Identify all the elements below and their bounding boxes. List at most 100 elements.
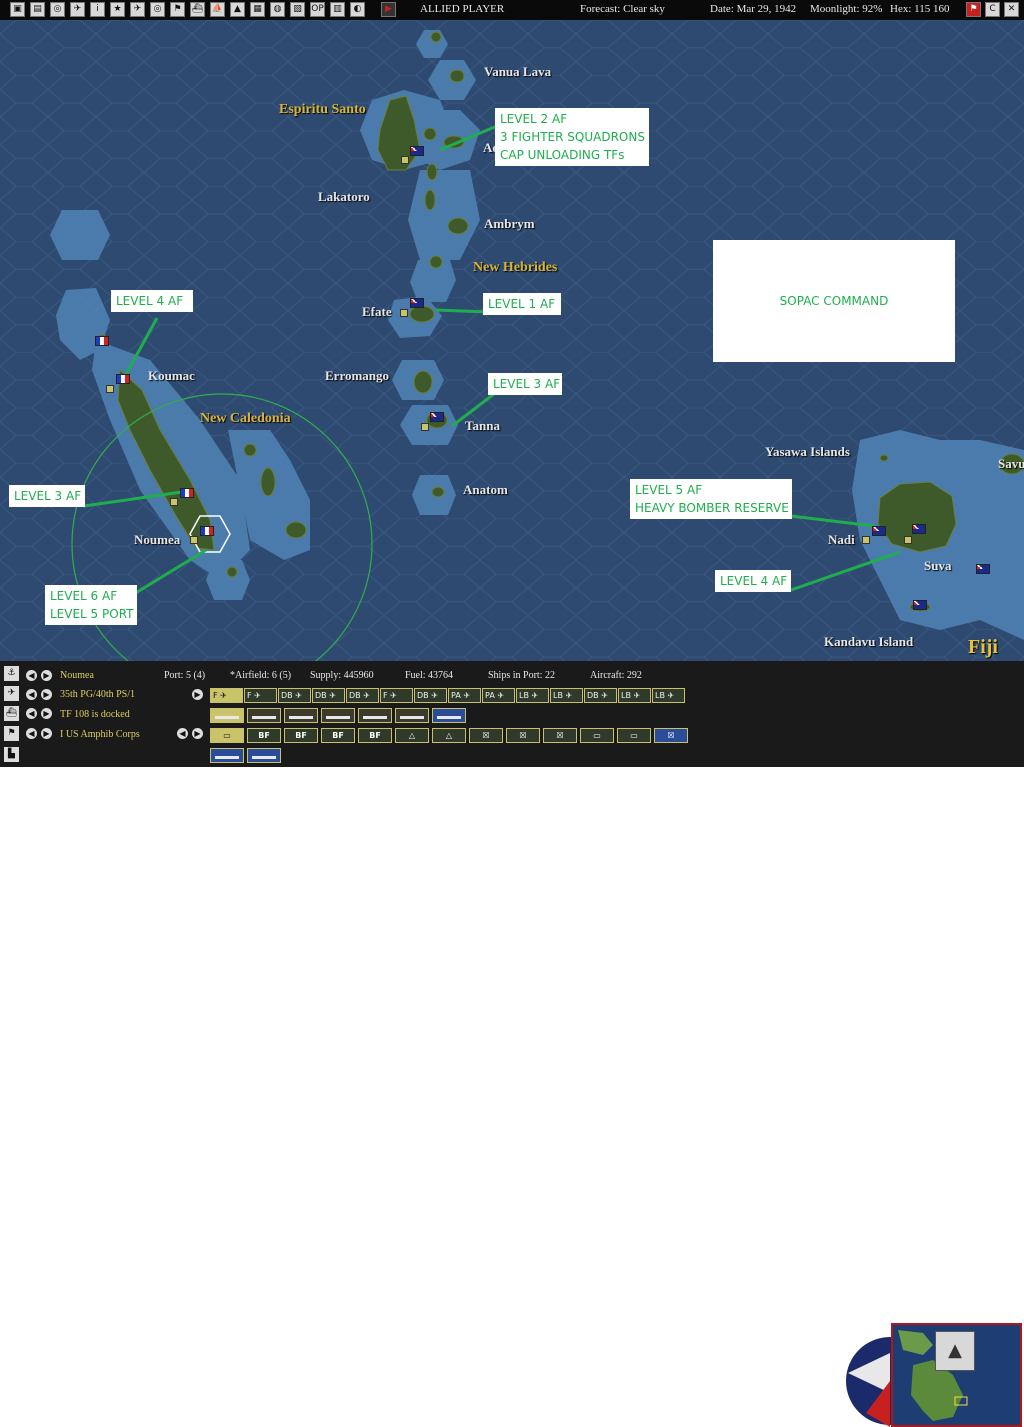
air-unit-button[interactable]: DB ✈: [312, 688, 345, 703]
ground-unit-button[interactable]: △: [395, 728, 429, 743]
scroll-up-icon[interactable]: ▲: [935, 1331, 975, 1371]
ship-button[interactable]: [395, 708, 429, 723]
next-arrow-icon[interactable]: ▶: [41, 689, 52, 700]
next-arrow-icon[interactable]: ▶: [41, 708, 52, 719]
air-unit-button[interactable]: F ✈: [210, 688, 243, 703]
air-unit-button[interactable]: PA ✈: [482, 688, 515, 703]
prev-arrow-icon[interactable]: ◀: [26, 728, 37, 739]
australia-flag-icon[interactable]: [976, 564, 990, 574]
medal-icon[interactable]: ★: [110, 2, 125, 17]
airbase-icon[interactable]: [862, 536, 870, 544]
airbase-icon[interactable]: [401, 156, 409, 164]
air-unit-button[interactable]: F ✈: [244, 688, 277, 703]
ground-unit-button[interactable]: BF: [321, 728, 355, 743]
anchor-icon[interactable]: ⚓: [4, 666, 19, 681]
base-name[interactable]: Noumea: [60, 670, 94, 681]
australia-flag-icon[interactable]: [430, 412, 444, 422]
target-icon[interactable]: ◎: [150, 2, 165, 17]
unit-icon[interactable]: ▙: [4, 747, 19, 762]
tf-icon[interactable]: ▦: [250, 2, 265, 17]
prev-arrow-icon[interactable]: ◀: [177, 728, 188, 739]
globe-icon[interactable]: ◍: [270, 2, 285, 17]
report-icon[interactable]: ▤: [30, 2, 45, 17]
ground-unit-button[interactable]: ☒: [469, 728, 503, 743]
air-unit-button[interactable]: LB ✈: [618, 688, 651, 703]
air-unit-button[interactable]: F ✈: [380, 688, 413, 703]
air-unit-button[interactable]: DB ✈: [584, 688, 617, 703]
list-icon[interactable]: ▥: [330, 2, 345, 17]
info-icon[interactable]: i: [90, 2, 105, 17]
task-force-status[interactable]: TF 108 is docked: [60, 709, 130, 720]
intel-icon[interactable]: ◎: [50, 2, 65, 17]
air-unit-button[interactable]: LB ✈: [516, 688, 549, 703]
airbase-icon[interactable]: [421, 423, 429, 431]
france-flag-icon[interactable]: [180, 488, 194, 498]
ground-unit-button[interactable]: BF: [284, 728, 318, 743]
flag-icon[interactable]: ⚑: [170, 2, 185, 17]
air-unit-button[interactable]: LB ✈: [652, 688, 685, 703]
air-icon[interactable]: ✈: [70, 2, 85, 17]
end-turn-icon[interactable]: ▶: [381, 2, 396, 17]
ground-unit-button[interactable]: ▭: [210, 728, 244, 743]
tf-button[interactable]: [247, 748, 281, 763]
airbase-icon[interactable]: [400, 309, 408, 317]
next-arrow-icon[interactable]: ▶: [192, 728, 203, 739]
flag-icon[interactable]: ⚑: [4, 726, 19, 741]
next-arrow-icon[interactable]: ▶: [41, 670, 52, 681]
ship-icon[interactable]: ⛵: [210, 2, 225, 17]
moon-icon[interactable]: ◐: [350, 2, 365, 17]
australia-flag-icon[interactable]: [913, 600, 927, 610]
land-icon[interactable]: ▲: [230, 2, 245, 17]
map-icon[interactable]: ▧: [290, 2, 305, 17]
prev-arrow-icon[interactable]: ◀: [26, 670, 37, 681]
ship-button[interactable]: [284, 708, 318, 723]
ground-unit-button[interactable]: ▭: [580, 728, 614, 743]
c-icon[interactable]: C: [985, 2, 1000, 17]
airbase-icon[interactable]: [106, 385, 114, 393]
ground-unit-button[interactable]: △: [432, 728, 466, 743]
plane-icon[interactable]: ✈: [4, 686, 19, 701]
ground-unit-button[interactable]: ▭: [617, 728, 651, 743]
plane-icon[interactable]: ⛴: [190, 2, 205, 17]
ship-button[interactable]: [432, 708, 466, 723]
flag-icon[interactable]: ⚑: [966, 2, 981, 17]
australia-flag-icon[interactable]: [410, 146, 424, 156]
airbase-icon[interactable]: [904, 536, 912, 544]
next-arrow-icon[interactable]: ▶: [192, 689, 203, 700]
australia-flag-icon[interactable]: [410, 298, 424, 308]
ship-button[interactable]: [358, 708, 392, 723]
air-unit-button[interactable]: DB ✈: [414, 688, 447, 703]
ground-unit-button[interactable]: BF: [358, 728, 392, 743]
close-icon[interactable]: ✕: [1004, 2, 1019, 17]
prev-arrow-icon[interactable]: ◀: [26, 708, 37, 719]
air-unit-button[interactable]: DB ✈: [346, 688, 379, 703]
france-flag-icon[interactable]: [116, 374, 130, 384]
ship-button[interactable]: [321, 708, 355, 723]
air-unit-button[interactable]: DB ✈: [278, 688, 311, 703]
prev-arrow-icon[interactable]: ◀: [26, 689, 37, 700]
air-unit-button[interactable]: PA ✈: [448, 688, 481, 703]
ground-unit-button[interactable]: BF: [247, 728, 281, 743]
aircraft-icon[interactable]: ✈: [130, 2, 145, 17]
air-unit-button[interactable]: LB ✈: [550, 688, 583, 703]
france-flag-icon[interactable]: [200, 526, 214, 536]
strategic-map[interactable]: Vanua Lava Espiritu Santo Ao Lakatoro Am…: [0, 20, 1024, 661]
land-unit-name[interactable]: I US Amphib Corps: [60, 729, 140, 740]
next-arrow-icon[interactable]: ▶: [41, 728, 52, 739]
ground-unit-button[interactable]: ☒: [543, 728, 577, 743]
ground-unit-button[interactable]: ☒: [654, 728, 688, 743]
ship-icon[interactable]: ⛴: [4, 706, 19, 721]
ship-button[interactable]: [247, 708, 281, 723]
australia-flag-icon[interactable]: [872, 526, 886, 536]
france-flag-icon[interactable]: [95, 336, 109, 346]
menu-icon[interactable]: ▣: [10, 2, 25, 17]
airbase-icon[interactable]: [170, 498, 178, 506]
air-group-name[interactable]: 35th PG/40th PS/1: [60, 689, 135, 700]
minimap[interactable]: ▲: [891, 1323, 1022, 1427]
australia-flag-icon[interactable]: [912, 524, 926, 534]
op-icon[interactable]: OP: [310, 2, 325, 17]
tf-button[interactable]: [210, 748, 244, 763]
ship-button[interactable]: [210, 708, 244, 723]
airbase-icon[interactable]: [190, 536, 198, 544]
ground-unit-button[interactable]: ☒: [506, 728, 540, 743]
